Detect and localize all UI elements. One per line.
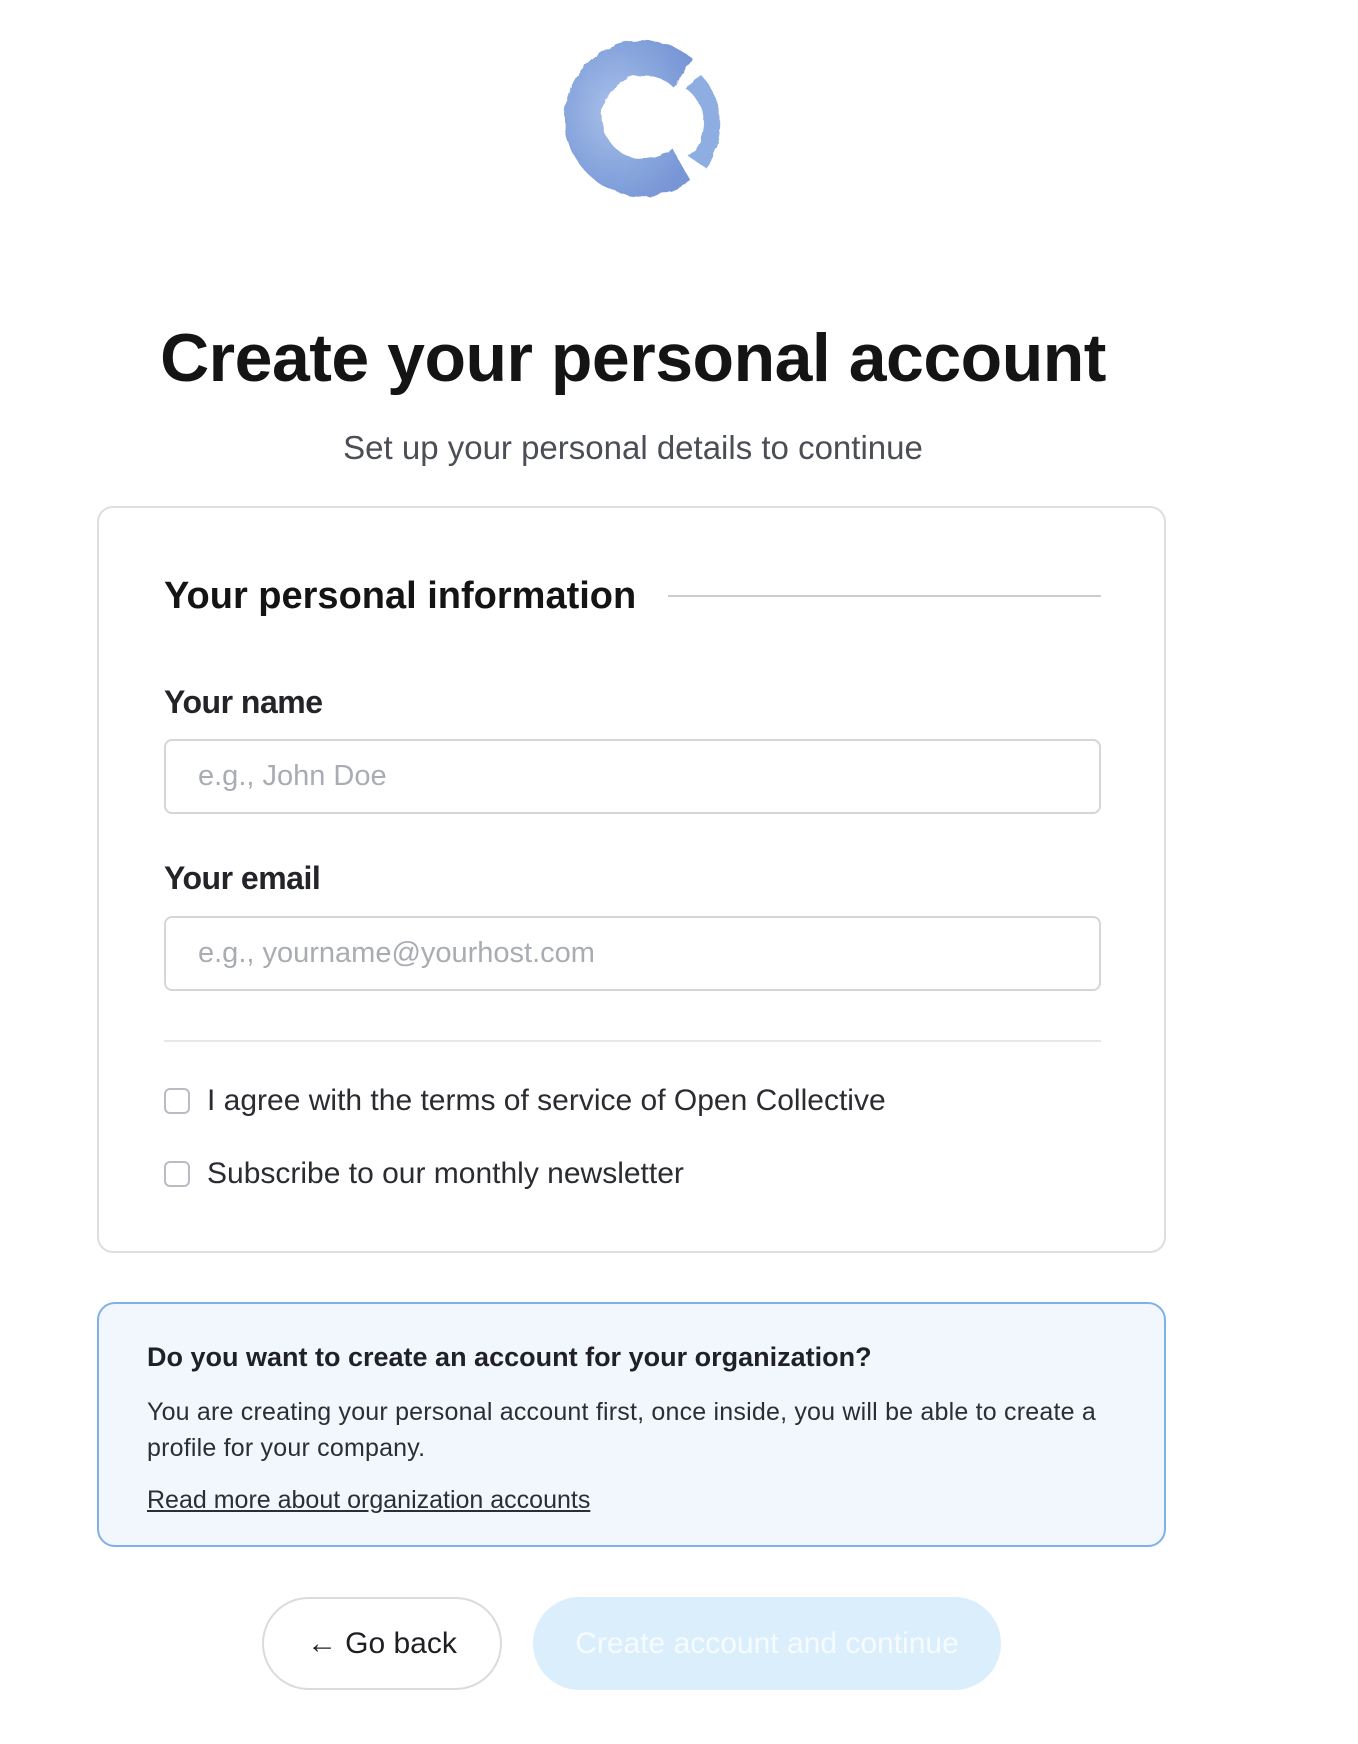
newsletter-checkbox-row[interactable]: Subscribe to our monthly newsletter: [164, 1155, 684, 1193]
terms-checkbox-row[interactable]: I agree with the terms of service of Ope…: [164, 1082, 886, 1120]
name-input[interactable]: [164, 739, 1101, 814]
personal-info-card: Your personal information Your name Your…: [97, 506, 1166, 1253]
email-label: Your email: [164, 860, 321, 896]
go-back-label: Go back: [345, 1626, 457, 1660]
info-body: You are creating your personal account f…: [147, 1398, 1096, 1462]
go-back-button[interactable]: ← Go back: [262, 1597, 502, 1690]
email-input[interactable]: [164, 916, 1101, 991]
page-title: Create your personal account: [160, 320, 1106, 396]
open-collective-logo-icon: [564, 40, 721, 197]
terms-checkbox[interactable]: [164, 1088, 190, 1114]
create-account-button[interactable]: Create account and continue: [533, 1597, 1001, 1690]
info-title: Do you want to create an account for you…: [147, 1342, 872, 1372]
name-label: Your name: [164, 684, 323, 720]
organization-info-box: Do you want to create an account for you…: [97, 1302, 1166, 1547]
form-divider: [164, 1040, 1101, 1042]
section-header: Your personal information: [164, 572, 1101, 620]
organization-accounts-link[interactable]: Read more about organization accounts: [147, 1486, 590, 1515]
section-divider: [668, 595, 1101, 597]
newsletter-checkbox-label[interactable]: Subscribe to our monthly newsletter: [207, 1155, 684, 1193]
section-title: Your personal information: [164, 574, 637, 617]
page-subtitle: Set up your personal details to continue: [343, 429, 923, 466]
create-account-label: Create account and continue: [575, 1626, 959, 1660]
terms-checkbox-label[interactable]: I agree with the terms of service of Ope…: [207, 1082, 886, 1120]
newsletter-checkbox[interactable]: [164, 1161, 190, 1187]
arrow-left-icon: ←: [307, 1626, 338, 1660]
